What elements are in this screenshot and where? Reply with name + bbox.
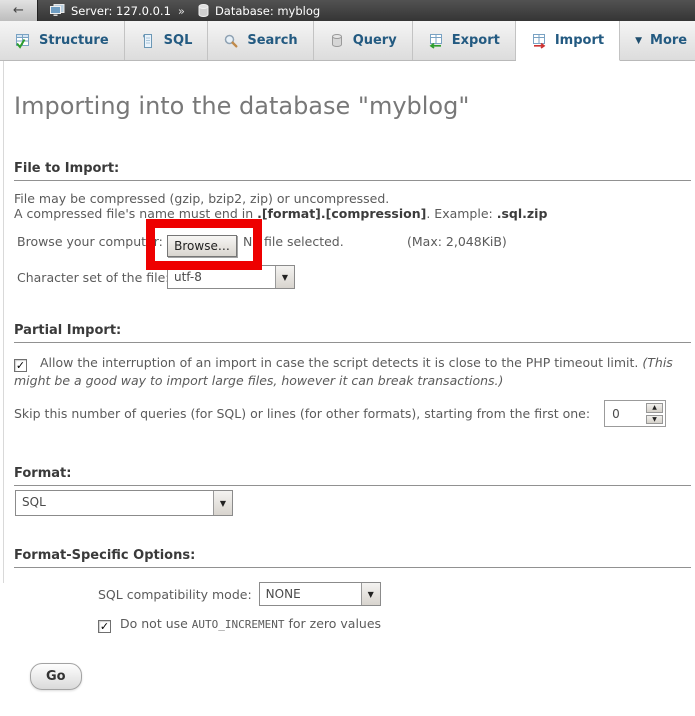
- browse-label: Browse your computer:: [17, 234, 163, 249]
- auto-increment-checkbox[interactable]: ✓: [98, 620, 111, 633]
- format-row: SQL ▼: [15, 490, 695, 516]
- sql-compat-select[interactable]: NONE ▼: [259, 582, 381, 606]
- charset-selected-value: utf-8: [168, 266, 275, 288]
- checkmark-icon: ✓: [100, 620, 109, 633]
- tab-import[interactable]: Import: [516, 21, 620, 61]
- content-left-border: [3, 61, 4, 583]
- back-arrow-icon: ←: [13, 3, 24, 18]
- go-row: Go: [30, 663, 695, 690]
- tab-export[interactable]: Export: [413, 21, 516, 60]
- query-icon: [329, 33, 345, 49]
- section-heading-partial-import: Partial Import:: [14, 323, 691, 343]
- database-icon: [198, 4, 209, 17]
- no-file-selected-text: No file selected.: [243, 234, 344, 249]
- compression-note-line1: File may be compressed (gzip, bzip2, zip…: [14, 191, 389, 206]
- go-button[interactable]: Go: [30, 663, 82, 690]
- charset-label: Character set of the file:: [17, 270, 170, 285]
- section-heading-format-specific: Format-Specific Options:: [14, 548, 691, 568]
- auto-increment-row: ✓ Do not use AUTO_INCREMENT for zero valu…: [98, 616, 695, 633]
- auto-increment-label-suffix: for zero values: [285, 616, 382, 631]
- tab-bar: Structure SQL Search: [0, 21, 695, 61]
- tab-label: Export: [452, 33, 500, 48]
- compression-note: File may be compressed (gzip, bzip2, zip…: [14, 191, 695, 221]
- file-upload-row: Browse your computer: Browse… No file se…: [0, 229, 695, 259]
- format-selected-value: SQL: [16, 491, 213, 515]
- charset-select[interactable]: utf-8 ▼: [167, 265, 295, 289]
- sql-icon: [140, 33, 156, 49]
- skip-queries-value[interactable]: 0: [607, 403, 646, 424]
- spinner-buttons: ▲ ▼: [646, 403, 663, 424]
- import-icon: [531, 33, 547, 49]
- skip-queries-row: Skip this number of queries (for SQL) or…: [14, 400, 695, 427]
- section-heading-file-to-import: File to Import:: [14, 161, 691, 181]
- spinner-down-icon[interactable]: ▼: [646, 415, 663, 425]
- format-select[interactable]: SQL ▼: [15, 490, 233, 516]
- tab-search[interactable]: Search: [208, 21, 313, 60]
- sql-zip-example-bold: .sql.zip: [497, 206, 548, 221]
- server-icon: [50, 4, 65, 17]
- structure-icon: [15, 33, 31, 49]
- breadcrumb-separator: »: [177, 4, 186, 18]
- sql-compat-label: SQL compatibility mode:: [98, 587, 252, 602]
- max-upload-size: (Max: 2,048KiB): [407, 234, 507, 249]
- dropdown-arrow-icon[interactable]: ▼: [275, 266, 294, 288]
- compression-note-mid: . Example:: [426, 206, 496, 221]
- tab-more[interactable]: ▼ More: [620, 21, 695, 60]
- skip-queries-label: Skip this number of queries (for SQL) or…: [14, 406, 590, 421]
- breadcrumb-bar: ← Server: 127.0.0.1 » Database: myblog: [0, 0, 695, 21]
- tab-label: More: [650, 33, 687, 48]
- tab-label: Search: [247, 33, 297, 48]
- export-icon: [428, 33, 444, 49]
- dropdown-arrow-icon[interactable]: ▼: [213, 491, 232, 515]
- dropdown-arrow-icon[interactable]: ▼: [361, 583, 380, 605]
- section-heading-format: Format:: [14, 466, 691, 486]
- charset-row: Character set of the file: utf-8 ▼: [0, 264, 695, 290]
- tab-label: SQL: [164, 33, 193, 48]
- tab-label: Structure: [39, 33, 109, 48]
- back-button[interactable]: ←: [0, 0, 38, 21]
- skip-queries-spinner[interactable]: 0 ▲ ▼: [604, 400, 666, 427]
- sql-compat-row: SQL compatibility mode: NONE ▼: [98, 582, 695, 606]
- sql-compat-selected-value: NONE: [260, 583, 361, 605]
- breadcrumb-server[interactable]: Server: 127.0.0.1: [71, 4, 171, 18]
- tab-label: Import: [555, 33, 604, 48]
- allow-interrupt-label: Allow the interruption of an import in c…: [40, 355, 642, 370]
- caret-down-icon: ▼: [635, 36, 642, 46]
- allow-interrupt-row: ✓ Allow the interruption of an import in …: [14, 354, 681, 389]
- spinner-up-icon[interactable]: ▲: [646, 403, 663, 413]
- browse-button[interactable]: Browse…: [167, 235, 237, 257]
- checkmark-icon: ✓: [16, 357, 25, 374]
- search-icon: [223, 33, 239, 49]
- auto-increment-code: AUTO_INCREMENT: [192, 618, 285, 631]
- page-title: Importing into the database "myblog": [14, 92, 695, 120]
- tab-sql[interactable]: SQL: [125, 21, 209, 60]
- compression-note-line2: A compressed file's name must end in: [14, 206, 257, 221]
- format-compression-bold: .[format].[compression]: [257, 206, 426, 221]
- tab-structure[interactable]: Structure: [0, 21, 125, 60]
- tab-label: Query: [353, 33, 397, 48]
- allow-interrupt-checkbox[interactable]: ✓: [14, 359, 27, 372]
- breadcrumb-database[interactable]: Database: myblog: [215, 4, 320, 18]
- auto-increment-label-prefix: Do not use: [120, 616, 192, 631]
- tab-query[interactable]: Query: [314, 21, 413, 60]
